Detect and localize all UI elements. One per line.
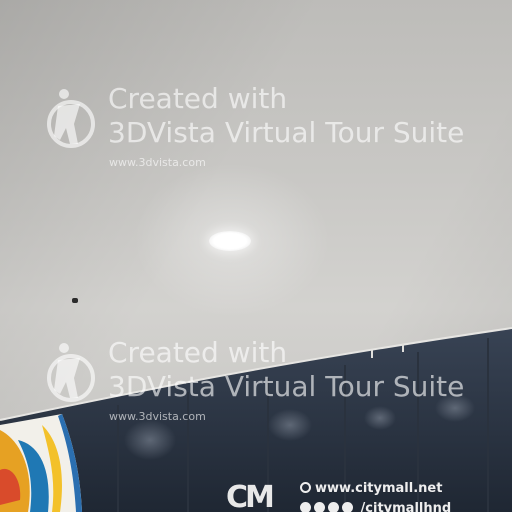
storefront-wall — [0, 327, 512, 512]
citymall-logo: CM — [226, 480, 275, 512]
watermark-url: www.3dvista.com — [109, 410, 206, 423]
signage-website: www.citymall.net — [300, 481, 442, 496]
watermark-bottom: Created with 3DVista Virtual Tour Suite … — [44, 336, 504, 426]
watermark-created-with: Created with — [108, 336, 288, 369]
signage-social: /citymallhnd — [300, 501, 451, 512]
twitter-icon — [314, 502, 325, 512]
watermark-product: 3DVista Virtual Tour Suite — [108, 116, 465, 149]
panorama-viewport[interactable]: CM www.citymall.net /citymallhnd Created… — [0, 0, 512, 512]
watermark-created-with: Created with — [108, 82, 288, 115]
signage-website-text: www.citymall.net — [315, 481, 443, 496]
watermark-url: www.3dvista.com — [109, 156, 206, 169]
facebook-icon — [300, 502, 311, 512]
3dvista-logo-icon — [47, 89, 95, 148]
watermark-top: Created with 3DVista Virtual Tour Suite … — [44, 82, 504, 172]
youtube-icon — [342, 502, 353, 512]
3dvista-logo-icon — [47, 343, 95, 402]
signage-social-handle: /citymallhnd — [360, 501, 452, 512]
watermark-product: 3DVista Virtual Tour Suite — [108, 370, 465, 403]
storefront-signage: CM www.citymall.net /citymallhnd — [226, 478, 512, 512]
instagram-icon — [328, 502, 339, 512]
globe-icon — [300, 482, 311, 493]
